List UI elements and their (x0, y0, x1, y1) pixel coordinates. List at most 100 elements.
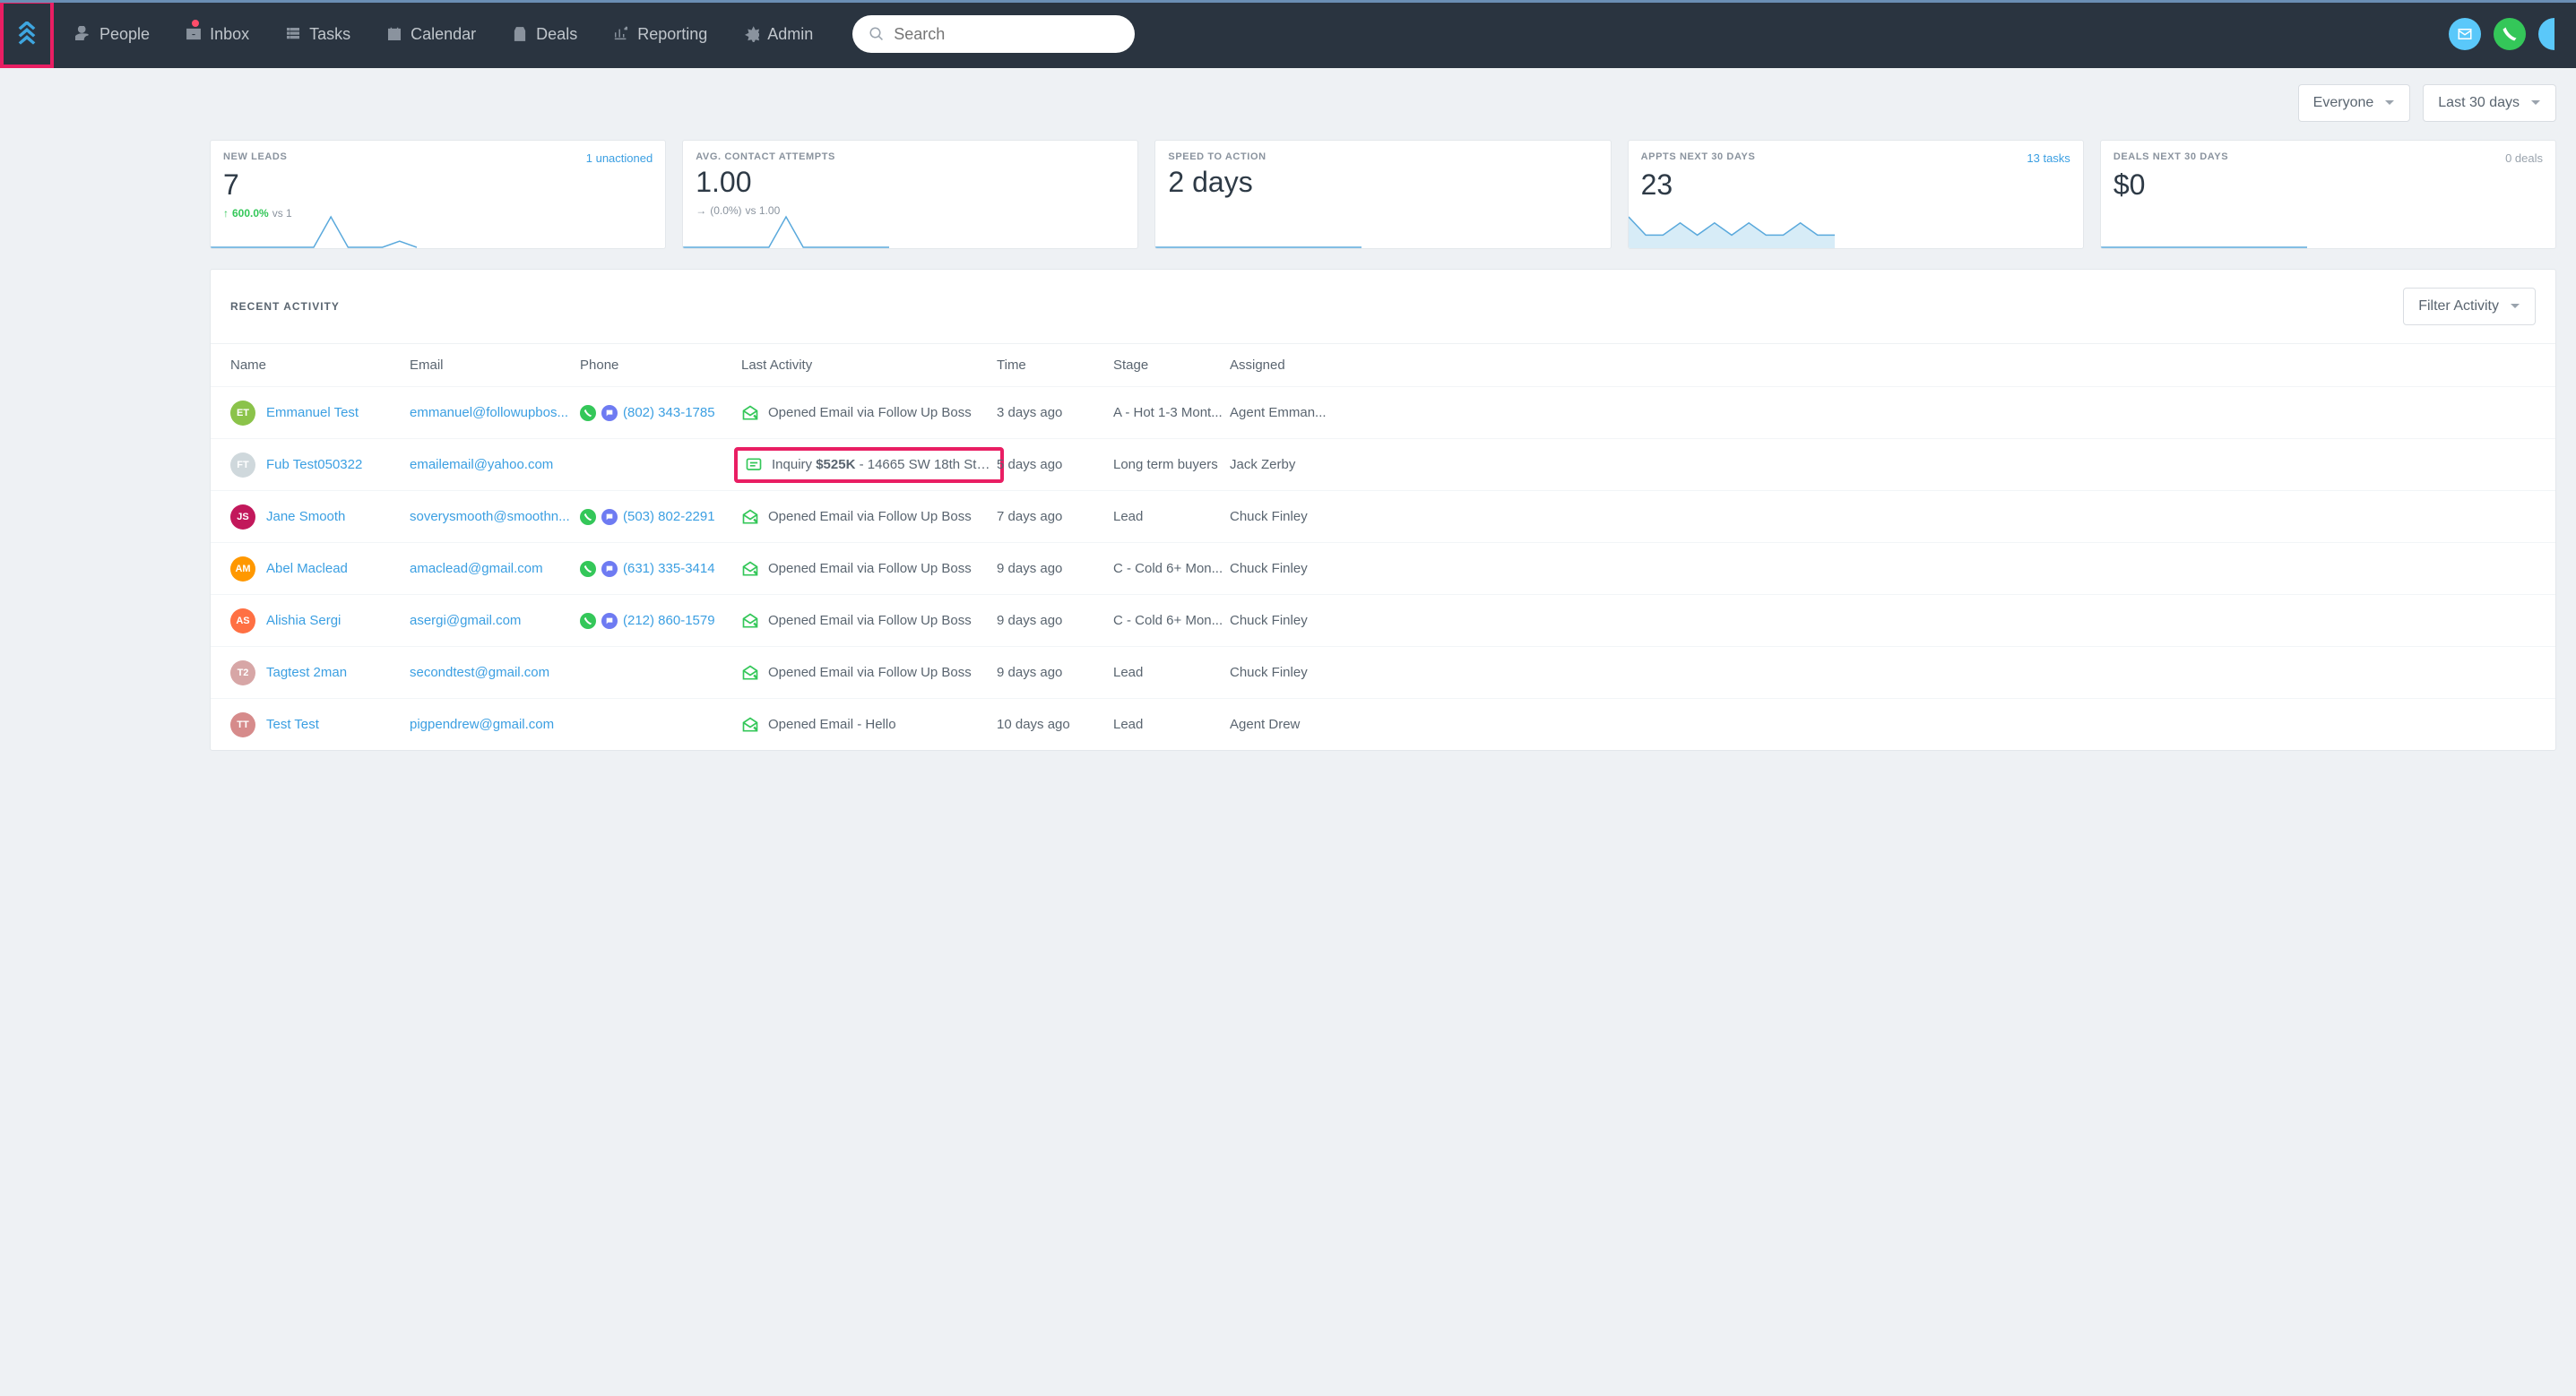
phone-link[interactable]: (503) 802-2291 (623, 509, 715, 524)
table-row: ASAlishia Sergi asergi@gmail.com (212) 8… (211, 594, 2555, 646)
person-link[interactable]: Test Test (266, 717, 319, 732)
text-icon[interactable] (601, 509, 618, 525)
nav-label: People (99, 25, 150, 44)
nav-reporting[interactable]: Reporting (599, 0, 722, 68)
card-value: 1.00 (696, 166, 1125, 199)
stat-card[interactable]: AVG. CONTACT ATTEMPTS1.00(0.0%) vs 1.00 (682, 140, 1138, 249)
scope-select[interactable]: Everyone (2298, 84, 2411, 122)
email-link[interactable]: pigpendrew@gmail.com (410, 717, 554, 732)
chevron-down-icon (2384, 98, 2395, 108)
stage-text: A - Hot 1-3 Mont... (1113, 405, 1230, 420)
last-activity[interactable]: Opened Email via Follow Up Boss (741, 508, 997, 526)
search-wrap (852, 15, 1135, 53)
email-link[interactable]: secondtest@gmail.com (410, 665, 549, 680)
stat-card[interactable]: NEW LEADS1 unactioned7600.0% vs 1 (210, 140, 666, 249)
nav-inbox[interactable]: Inbox (171, 0, 264, 68)
text-icon[interactable] (601, 561, 618, 577)
call-button[interactable] (2494, 18, 2526, 50)
last-activity[interactable]: Inquiry $525K - 14665 SW 18th St 3... (734, 447, 1004, 483)
nav-calendar[interactable]: Calendar (372, 0, 490, 68)
stat-card[interactable]: DEALS NEXT 30 DAYS0 deals$0 (2100, 140, 2556, 249)
last-activity[interactable]: Opened Email via Follow Up Boss (741, 612, 997, 630)
call-icon[interactable] (580, 509, 596, 525)
activity-text: Opened Email via Follow Up Boss (768, 405, 972, 420)
assigned-text: Jack Zerby (1230, 457, 1346, 472)
phone-link[interactable]: (631) 335-3414 (623, 561, 715, 576)
search-input[interactable] (894, 25, 1119, 44)
nav-deals[interactable]: Deals (497, 0, 592, 68)
person-link[interactable]: Abel Maclead (266, 561, 348, 576)
person-link[interactable]: Fub Test050322 (266, 457, 362, 472)
range-select[interactable]: Last 30 days (2423, 84, 2556, 122)
col-phone: Phone (580, 358, 741, 373)
assigned-text: Agent Emman... (1230, 405, 1346, 420)
activity-text: Inquiry $525K - 14665 SW 18th St 3... (772, 457, 993, 472)
stage-text: Lead (1113, 717, 1230, 732)
deals-icon (512, 26, 528, 42)
table-row: ETEmmanuel Test emmanuel@followupbos... … (211, 386, 2555, 438)
table-row: AMAbel Maclead amaclead@gmail.com (631) … (211, 542, 2555, 594)
time-text: 7 days ago (997, 509, 1113, 524)
stat-card[interactable]: SPEED TO ACTION2 days (1154, 140, 1611, 249)
last-activity[interactable]: Opened Email via Follow Up Boss (741, 664, 997, 682)
stat-card[interactable]: APPTS NEXT 30 DAYS13 tasks23 (1628, 140, 2084, 249)
phone-link[interactable]: (212) 860-1579 (623, 613, 715, 628)
email-link[interactable]: soverysmooth@smoothn... (410, 509, 570, 524)
text-icon[interactable] (601, 405, 618, 421)
col-time: Time (997, 358, 1113, 373)
assigned-text: Chuck Finley (1230, 665, 1346, 680)
avatar: ET (230, 401, 255, 426)
time-text: 9 days ago (997, 665, 1113, 680)
last-activity[interactable]: Opened Email via Follow Up Boss (741, 560, 997, 578)
inbox-unread-dot (192, 20, 199, 27)
person-link[interactable]: Tagtest 2man (266, 665, 347, 680)
person-link[interactable]: Alishia Sergi (266, 613, 341, 628)
chevron-down-icon (2510, 301, 2520, 312)
col-last: Last Activity (741, 358, 997, 373)
email-open-icon (741, 612, 759, 630)
call-icon[interactable] (580, 405, 596, 421)
phone-link[interactable]: (802) 343-1785 (623, 405, 715, 420)
nav-tasks[interactable]: Tasks (271, 0, 365, 68)
email-link[interactable]: emmanuel@followupbos... (410, 405, 568, 420)
tasks-icon (285, 26, 301, 42)
chat-button[interactable] (2538, 18, 2554, 50)
email-link[interactable]: asergi@gmail.com (410, 613, 521, 628)
stage-text: Lead (1113, 665, 1230, 680)
nav-label: Admin (767, 25, 813, 44)
global-search[interactable] (852, 15, 1135, 53)
time-text: 5 days ago (997, 457, 1113, 472)
email-open-icon (741, 560, 759, 578)
inbox-icon (186, 26, 202, 42)
last-activity[interactable]: Opened Email - Hello (741, 716, 997, 734)
card-sublabel[interactable]: 13 tasks (2027, 151, 2070, 165)
text-icon[interactable] (601, 613, 618, 629)
assigned-text: Chuck Finley (1230, 561, 1346, 576)
person-link[interactable]: Jane Smooth (266, 509, 345, 524)
card-sublabel: 0 deals (2505, 151, 2543, 165)
stage-text: Lead (1113, 509, 1230, 524)
call-icon[interactable] (580, 561, 596, 577)
search-icon (869, 26, 885, 42)
last-activity[interactable]: Opened Email via Follow Up Boss (741, 404, 997, 422)
table-row: T2Tagtest 2man secondtest@gmail.com Open… (211, 646, 2555, 698)
call-icon[interactable] (580, 613, 596, 629)
email-link[interactable]: amaclead@gmail.com (410, 561, 543, 576)
compose-email-button[interactable] (2449, 18, 2481, 50)
activity-text: Opened Email via Follow Up Boss (768, 561, 972, 576)
stat-cards: NEW LEADS1 unactioned7600.0% vs 1 AVG. CO… (210, 140, 2556, 249)
email-open-icon (741, 664, 759, 682)
card-sublabel[interactable]: 1 unactioned (586, 151, 653, 165)
assigned-text: Chuck Finley (1230, 613, 1346, 628)
stage-text: C - Cold 6+ Mon... (1113, 613, 1230, 628)
logo-icon[interactable] (0, 0, 54, 68)
card-label: AVG. CONTACT ATTEMPTS (696, 151, 835, 162)
filter-activity-button[interactable]: Filter Activity (2403, 288, 2536, 325)
email-link[interactable]: emailemail@yahoo.com (410, 457, 553, 472)
avatar: JS (230, 504, 255, 530)
table-row: TTTest Test pigpendrew@gmail.com Opened … (211, 698, 2555, 750)
nav-admin[interactable]: Admin (729, 0, 827, 68)
nav-people[interactable]: People (61, 0, 164, 68)
person-link[interactable]: Emmanuel Test (266, 405, 359, 420)
email-open-icon (741, 404, 759, 422)
